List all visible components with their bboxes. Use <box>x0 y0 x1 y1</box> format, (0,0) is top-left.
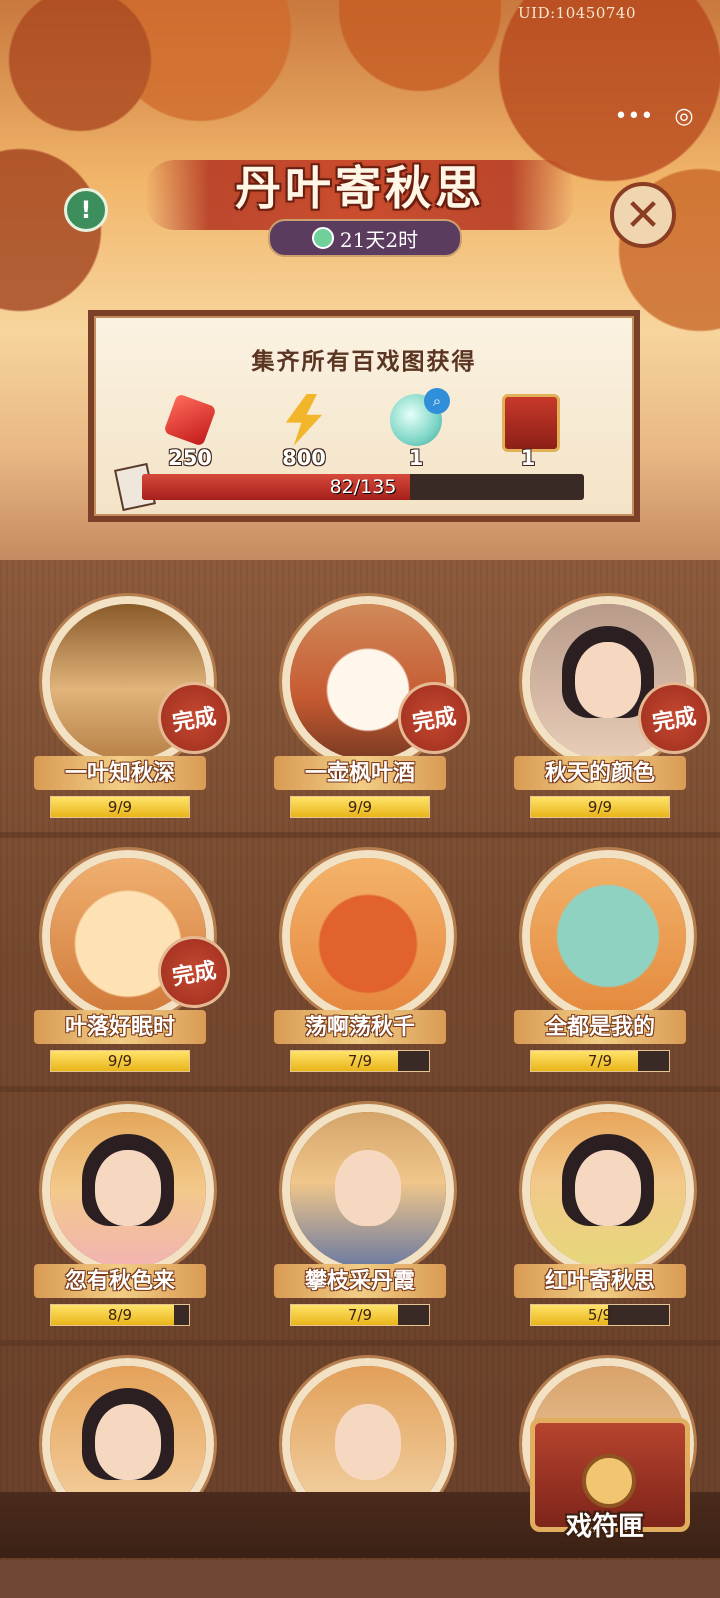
item-progress-text: 9/9 <box>347 798 373 816</box>
collection-item[interactable]: 完成 秋天的颜色 9/9 <box>500 596 716 836</box>
collection-item[interactable]: 完成 叶落好眠时 9/9 <box>20 850 236 1090</box>
collection-item[interactable]: 荡啊荡秋千 7/9 <box>260 850 460 1090</box>
collection-item[interactable] <box>20 1358 220 1598</box>
chest-lock-icon <box>582 1454 636 1508</box>
item-progress-bar: 5/9 <box>530 1304 670 1326</box>
collection-item[interactable]: 攀枝采丹霞 7/9 <box>260 1104 460 1344</box>
ruby-icon <box>163 393 217 447</box>
swinging-cat-illustration <box>290 858 446 1014</box>
item-name: 一壶枫叶酒 <box>274 756 446 790</box>
portrait-face <box>95 1404 161 1480</box>
item-name: 攀枝采丹霞 <box>274 1264 446 1298</box>
magnifier-icon[interactable]: ⌕ <box>424 388 450 414</box>
portrait-face <box>335 1150 401 1226</box>
portrait-face <box>575 642 641 718</box>
item-name: 全都是我的 <box>514 1010 686 1044</box>
event-timer-badge: 21天2时 <box>268 219 462 257</box>
mini-program-capsule: ••• ◎ <box>604 96 704 136</box>
portrait-face <box>335 1404 401 1480</box>
item-progress-bar: 7/9 <box>530 1050 670 1072</box>
talisman-chest-button[interactable]: 戏符匣 <box>520 1402 690 1552</box>
talisman-chest-label: 戏符匣 <box>565 1512 644 1542</box>
item-medallion <box>522 1104 694 1276</box>
exit-mini-program-icon[interactable]: ◎ <box>674 104 693 129</box>
mystery-chest-icon <box>502 394 560 452</box>
item-progress-text: 5/9 <box>587 1306 613 1324</box>
reward-qty: 1 <box>408 446 424 470</box>
item-progress-bar: 9/9 <box>50 796 190 818</box>
item-progress-bar: 9/9 <box>530 796 670 818</box>
collection-item[interactable]: 完成 一叶知秋深 9/9 <box>20 596 236 836</box>
collection-item[interactable]: 忽有秋色来 8/9 <box>20 1104 220 1344</box>
item-medallion <box>42 1104 214 1276</box>
item-progress-bar: 8/9 <box>50 1304 190 1326</box>
item-name: 秋天的颜色 <box>514 756 686 790</box>
item-medallion <box>522 850 694 1022</box>
item-progress-text: 7/9 <box>347 1306 373 1324</box>
item-medallion <box>282 1104 454 1276</box>
item-progress-text: 7/9 <box>587 1052 613 1070</box>
collection-progress-text: 82/135 <box>329 476 397 498</box>
collection-reward-heading: 集齐所有百戏图获得 <box>251 348 477 375</box>
item-progress-text: 8/9 <box>107 1306 133 1324</box>
more-options-icon[interactable]: ••• <box>614 104 653 129</box>
reward-mystery-chest[interactable]: 1 <box>488 394 568 474</box>
portrait-face <box>95 1150 161 1226</box>
event-timer-text: 21天2时 <box>339 227 419 252</box>
reward-jade-orb[interactable]: ⌕ 1 <box>376 388 456 474</box>
reward-ruby[interactable]: 250 <box>150 393 230 474</box>
item-medallion <box>282 850 454 1022</box>
collection-progress-bar: 82/135 <box>142 474 584 500</box>
reward-qty: 1 <box>520 446 536 470</box>
portrait-face <box>575 1150 641 1226</box>
item-name: 荡啊荡秋千 <box>274 1010 446 1044</box>
item-name: 叶落好眠时 <box>34 1010 206 1044</box>
reward-energy[interactable]: 800 <box>264 394 344 474</box>
collection-item[interactable] <box>260 1358 460 1598</box>
clock-icon <box>311 227 334 249</box>
item-name: 忽有秋色来 <box>34 1264 206 1298</box>
item-progress-text: 9/9 <box>107 798 133 816</box>
item-progress-bar: 7/9 <box>290 1050 430 1072</box>
item-progress-text: 7/9 <box>347 1052 373 1070</box>
item-name: 红叶寄秋思 <box>514 1264 686 1298</box>
teal-creature-illustration <box>530 858 686 1014</box>
item-progress-bar: 9/9 <box>290 796 430 818</box>
collection-item[interactable]: 完成 一壶枫叶酒 9/9 <box>260 596 476 836</box>
reward-qty: 800 <box>282 446 326 470</box>
collection-item[interactable]: 全都是我的 7/9 <box>500 850 700 1090</box>
item-name: 一叶知秋深 <box>34 756 206 790</box>
uid-label: UID:10450740 <box>518 4 636 22</box>
reward-qty: 250 <box>168 446 212 470</box>
item-progress-text: 9/9 <box>587 798 613 816</box>
item-progress-bar: 7/9 <box>290 1304 430 1326</box>
energy-bolt-icon <box>285 394 323 446</box>
event-title: 丹叶寄秋思 <box>235 161 485 215</box>
collection-item[interactable]: 红叶寄秋思 5/9 <box>500 1104 700 1344</box>
item-progress-bar: 9/9 <box>50 1050 190 1072</box>
collection-reward-panel: 集齐所有百戏图获得 250 800 ⌕ 1 1 82/135 <box>88 310 640 522</box>
item-progress-text: 9/9 <box>107 1052 133 1070</box>
